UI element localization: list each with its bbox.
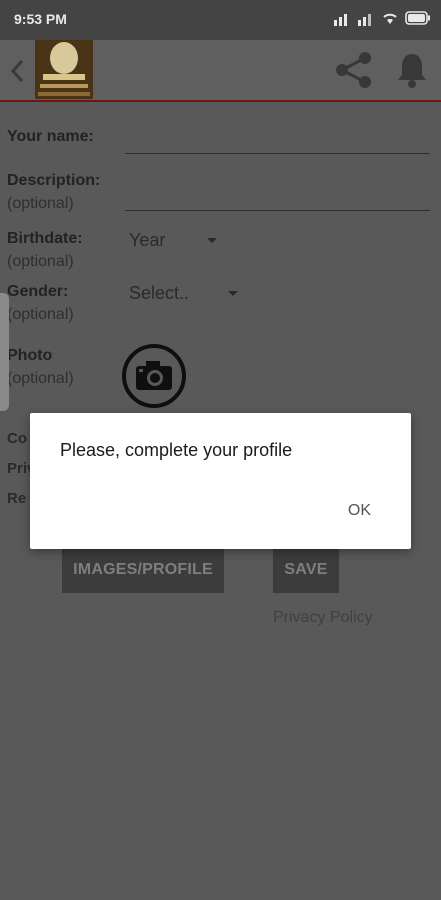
gender-label: Gender: (optional)	[7, 280, 74, 326]
description-label: Description: (optional)	[7, 169, 100, 215]
name-input[interactable]	[125, 129, 430, 154]
optional-text: (optional)	[7, 195, 74, 212]
hidden-label: Co	[7, 430, 27, 447]
thumbnail-image	[35, 40, 93, 99]
signal-icon	[358, 14, 371, 26]
ok-button[interactable]: OK	[348, 502, 371, 520]
images-profile-button[interactable]: IMAGES/PROFILE	[62, 547, 224, 593]
description-label-text: Description:	[7, 172, 101, 189]
dialog-message: Please, complete your profile	[60, 440, 293, 460]
alert-dialog: Please, complete your profile OK	[30, 413, 411, 549]
name-label-text: Your name:	[7, 128, 94, 145]
profile-thumbnail[interactable]	[35, 40, 93, 99]
status-bar: 9:53 PM	[0, 0, 441, 40]
share-icon[interactable]	[332, 48, 376, 92]
chevron-left-icon[interactable]	[8, 58, 28, 84]
birthdate-select-value: Year	[129, 230, 166, 250]
photo-label: Photo (optional)	[7, 344, 74, 390]
birthdate-label: Birthdate: (optional)	[7, 227, 83, 273]
gender-select-value: Select..	[129, 283, 190, 303]
status-icons	[333, 10, 431, 26]
chevron-down-icon	[207, 238, 217, 243]
optional-text: (optional)	[7, 253, 74, 270]
battery-icon	[405, 11, 430, 25]
birthdate-select[interactable]: Year	[129, 230, 221, 254]
name-label: Your name:	[7, 125, 94, 148]
bell-icon[interactable]	[392, 50, 432, 90]
side-handle[interactable]	[0, 293, 9, 411]
save-button[interactable]: SAVE	[273, 547, 339, 593]
app-toolbar	[0, 40, 441, 102]
privacy-policy-link[interactable]: Privacy Policy	[273, 609, 373, 627]
optional-text: (optional)	[7, 306, 74, 323]
hidden-label: Re	[7, 490, 27, 507]
gender-label-text: Gender:	[7, 283, 69, 300]
signal-icon	[334, 14, 347, 26]
birthdate-label-text: Birthdate:	[7, 230, 83, 247]
screen: 9:53 PM Your name: Description: (optiona…	[0, 0, 441, 900]
gender-select[interactable]: Select..	[129, 283, 241, 307]
wifi-icon	[383, 13, 397, 24]
camera-icon[interactable]	[122, 344, 186, 408]
optional-text: (optional)	[7, 370, 74, 387]
chevron-down-icon	[228, 291, 238, 296]
description-input[interactable]	[125, 186, 430, 211]
photo-label-text: Photo	[7, 347, 53, 364]
status-time: 9:53 PM	[14, 11, 67, 27]
